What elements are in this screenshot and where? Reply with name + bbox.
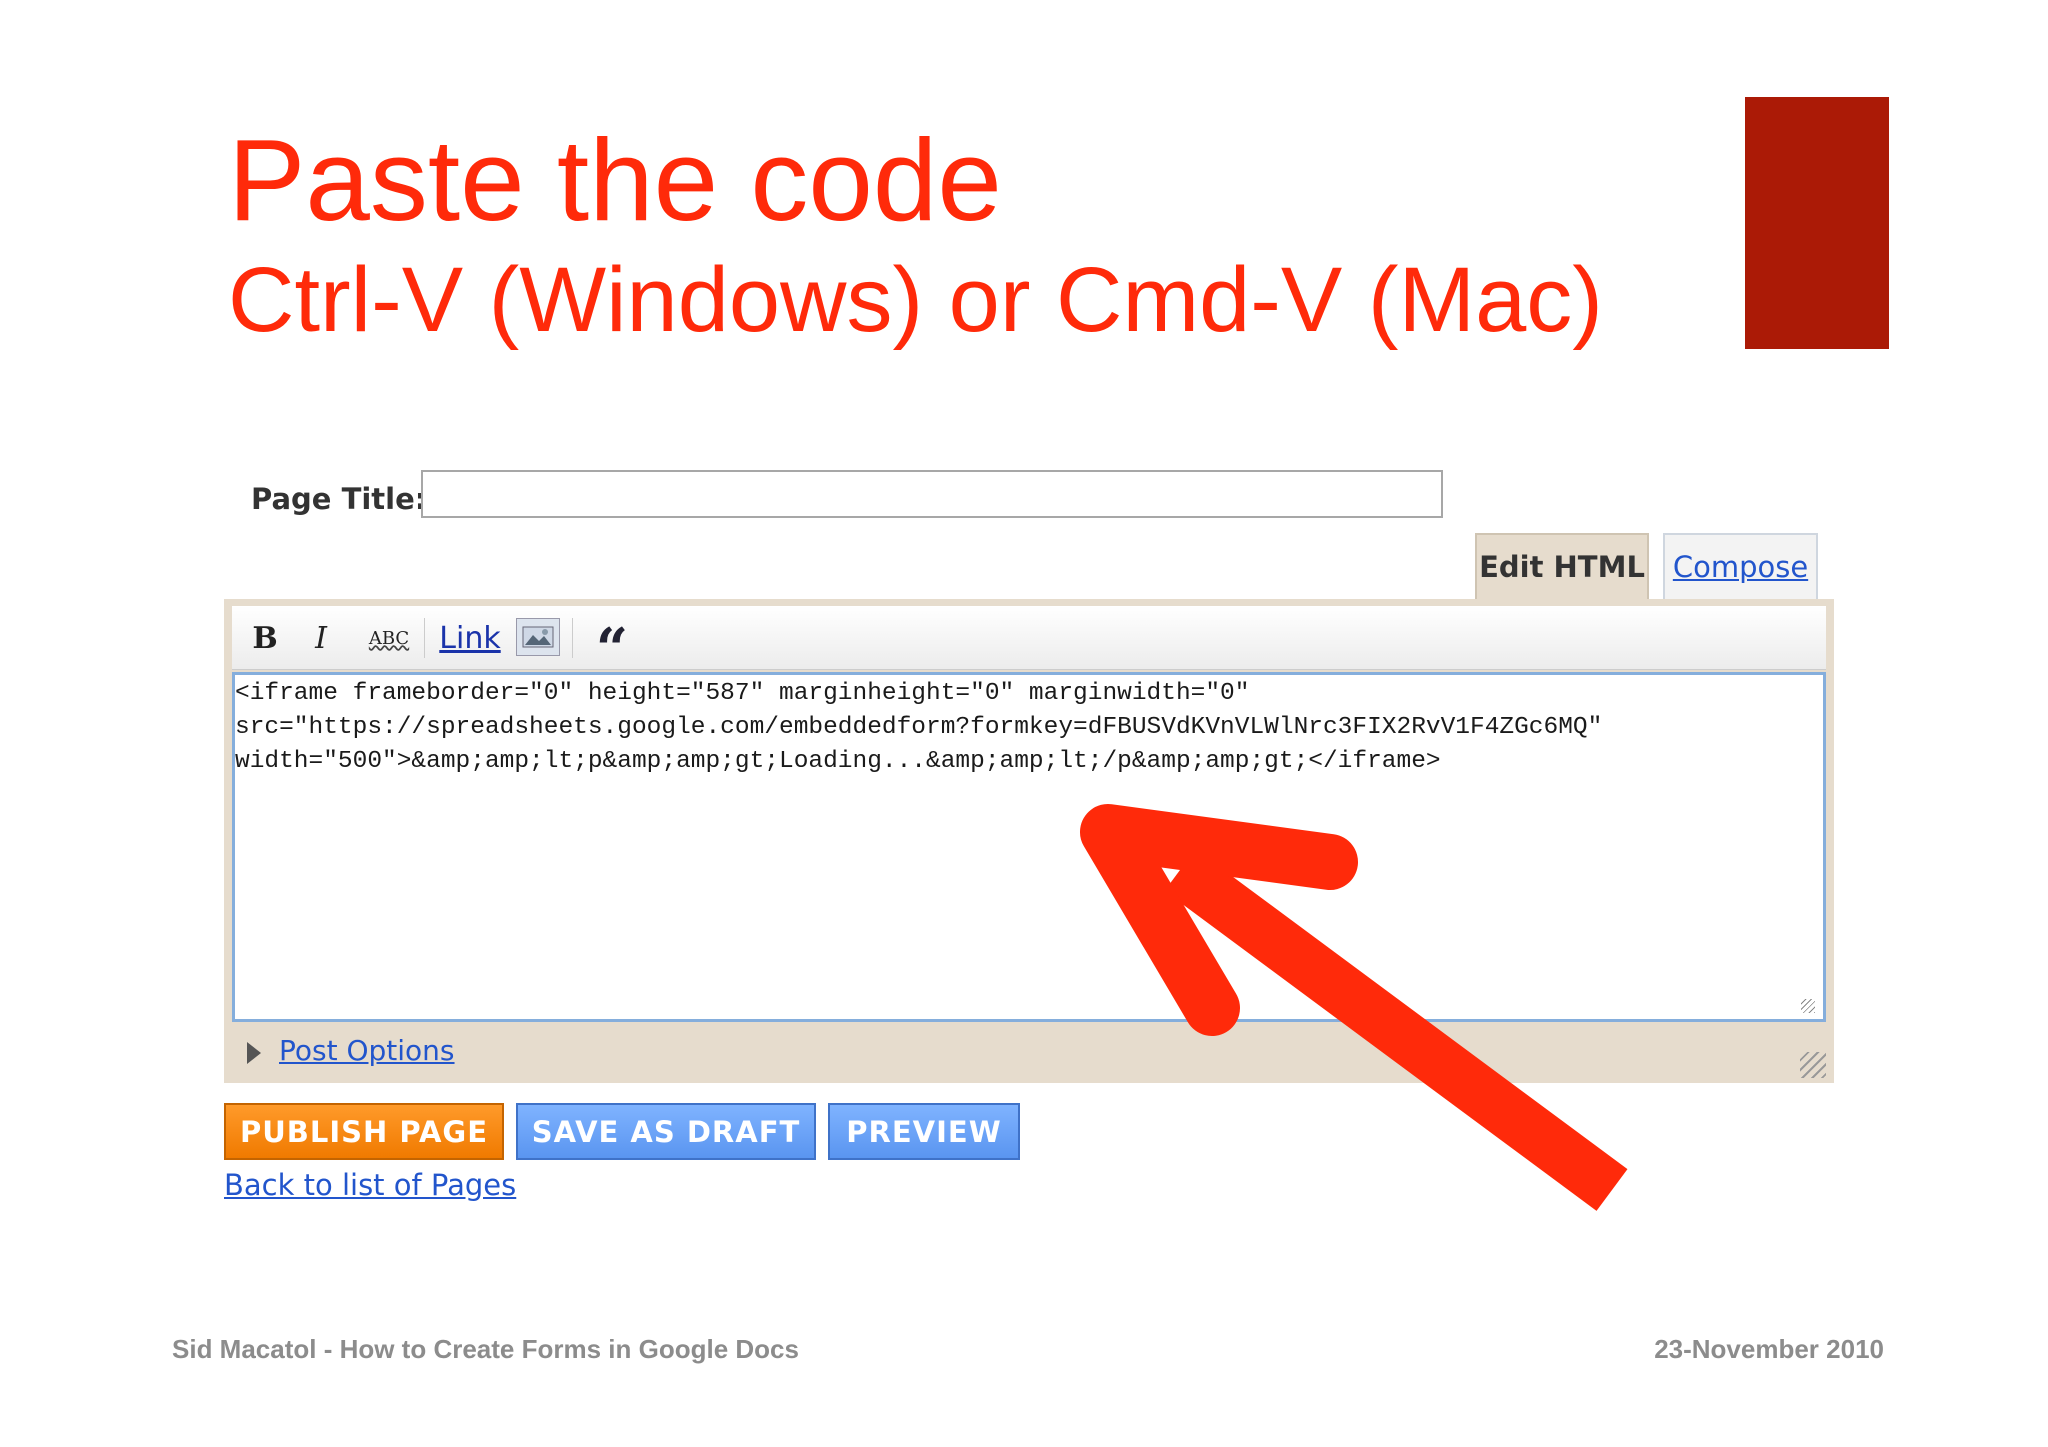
post-options-link[interactable]: Post Options	[279, 1034, 455, 1067]
code-line-2: src="https://spreadsheets.google.com/emb…	[235, 714, 1603, 741]
expand-triangle-icon[interactable]	[247, 1042, 261, 1064]
editor-resize-grip[interactable]	[1801, 999, 1815, 1013]
code-line-1: <iframe frameborder="0" height="587" mar…	[235, 680, 1250, 707]
code-line-3: width="500">&amp;amp;lt;p&amp;amp;gt;Loa…	[235, 748, 1441, 775]
tab-edit-html[interactable]: Edit HTML	[1475, 533, 1649, 599]
page-title-input[interactable]	[421, 470, 1443, 518]
save-as-draft-button[interactable]: SAVE AS DRAFT	[516, 1103, 816, 1160]
page-title-label: Page Title:	[251, 482, 427, 516]
html-code-editor[interactable]: <iframe frameborder="0" height="587" mar…	[232, 672, 1826, 1022]
bold-button[interactable]: B	[250, 606, 280, 670]
italic-button[interactable]: I	[306, 606, 336, 670]
link-button[interactable]: Link	[438, 606, 502, 670]
footer-date: 23-November 2010	[1654, 1334, 1884, 1364]
editor-toolbar: B I ABC Link “	[232, 606, 1826, 677]
back-to-pages-link[interactable]: Back to list of Pages	[224, 1168, 516, 1202]
slide-subtitle: Ctrl-V (Windows) or Cmd-V (Mac)	[228, 249, 1603, 351]
tab-compose[interactable]: Compose	[1663, 533, 1818, 599]
footer-author: Sid Macatol - How to Create Forms in Goo…	[172, 1334, 799, 1364]
accent-block	[1745, 97, 1889, 349]
toolbar-divider	[572, 618, 573, 658]
preview-button[interactable]: PREVIEW	[828, 1103, 1020, 1160]
image-icon	[522, 626, 554, 648]
insert-image-button[interactable]	[516, 618, 560, 656]
spellcheck-button[interactable]: ABC	[364, 606, 414, 670]
slide-title: Paste the code	[228, 115, 1002, 245]
frame-resize-grip[interactable]	[1800, 1052, 1826, 1078]
toolbar-divider	[424, 618, 425, 658]
blockquote-button[interactable]: “	[590, 606, 634, 677]
publish-page-button[interactable]: PUBLISH PAGE	[224, 1103, 504, 1160]
